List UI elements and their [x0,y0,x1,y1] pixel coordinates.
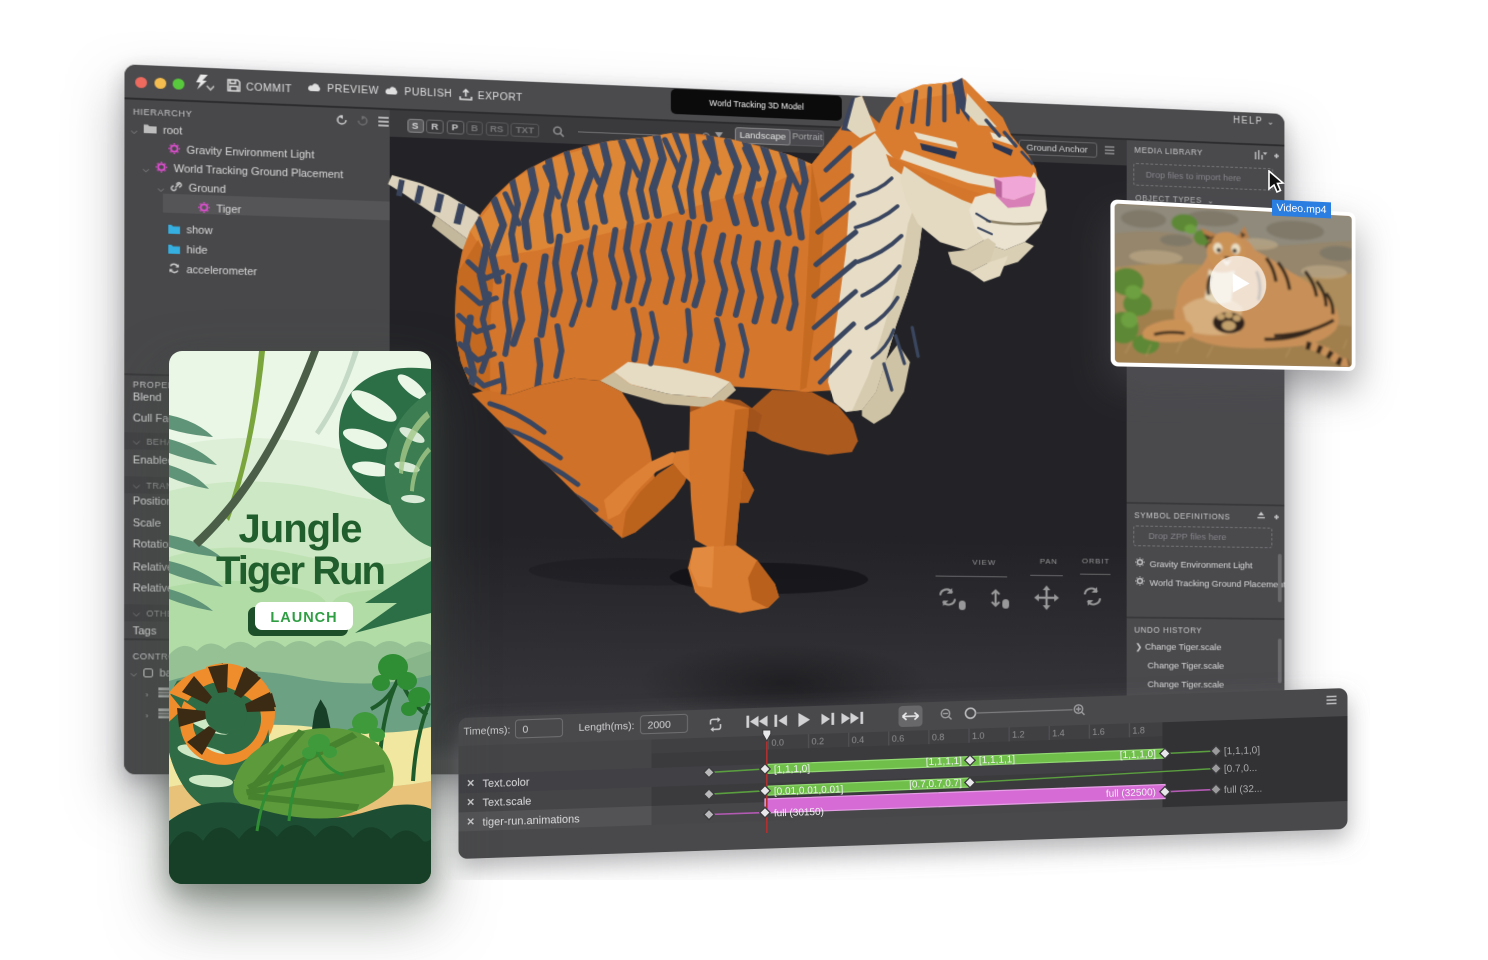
svg-text:1.0: 1.0 [972,731,985,741]
svg-text:0.6: 0.6 [892,733,905,743]
svg-text:Jungle: Jungle [239,507,362,551]
svg-text:1.2: 1.2 [1012,729,1025,739]
svg-text:0.2: 0.2 [812,736,825,746]
svg-text:[0.7,0...: [0.7,0... [1224,763,1258,775]
svg-text:✕: ✕ [467,817,475,828]
svg-text:1.8: 1.8 [1132,725,1145,735]
svg-text:Length(ms):: Length(ms): [579,720,635,734]
svg-text:✕: ✕ [467,778,475,789]
svg-text:[1,1,1,0]: [1,1,1,0] [1224,745,1261,757]
svg-text:0.8: 0.8 [932,732,945,742]
svg-text:0.0: 0.0 [772,738,785,748]
svg-text:LAUNCH: LAUNCH [270,610,337,626]
svg-text:✕: ✕ [467,797,475,808]
svg-text:[1,1,1,1]: [1,1,1,1] [926,756,963,768]
svg-text:full (32...: full (32... [1224,784,1263,796]
svg-text:full (30150): full (30150) [774,807,824,820]
svg-text:[0.01,0.01,0.01]: [0.01,0.01,0.01] [774,784,844,797]
svg-text:Text.color: Text.color [483,777,530,791]
svg-text:0: 0 [523,724,529,736]
svg-text:[1,1,1,0]: [1,1,1,0] [774,764,811,776]
svg-text:full (32500): full (32500) [1106,787,1156,800]
svg-text:Text.scale: Text.scale [483,796,532,810]
svg-text:1.6: 1.6 [1092,727,1105,737]
svg-text:Tiger Run: Tiger Run [216,549,384,593]
svg-text:[1,1,1,1]: [1,1,1,1] [979,754,1016,766]
svg-text:2000: 2000 [648,719,672,732]
svg-text:0.4: 0.4 [852,735,865,745]
svg-text:[0.7,0.7,0.7]: [0.7,0.7,0.7] [909,778,962,791]
svg-text:Time(ms):: Time(ms): [464,724,511,738]
svg-text:1.4: 1.4 [1052,728,1065,738]
svg-text:[1,1,1,0]: [1,1,1,0] [1120,749,1157,761]
